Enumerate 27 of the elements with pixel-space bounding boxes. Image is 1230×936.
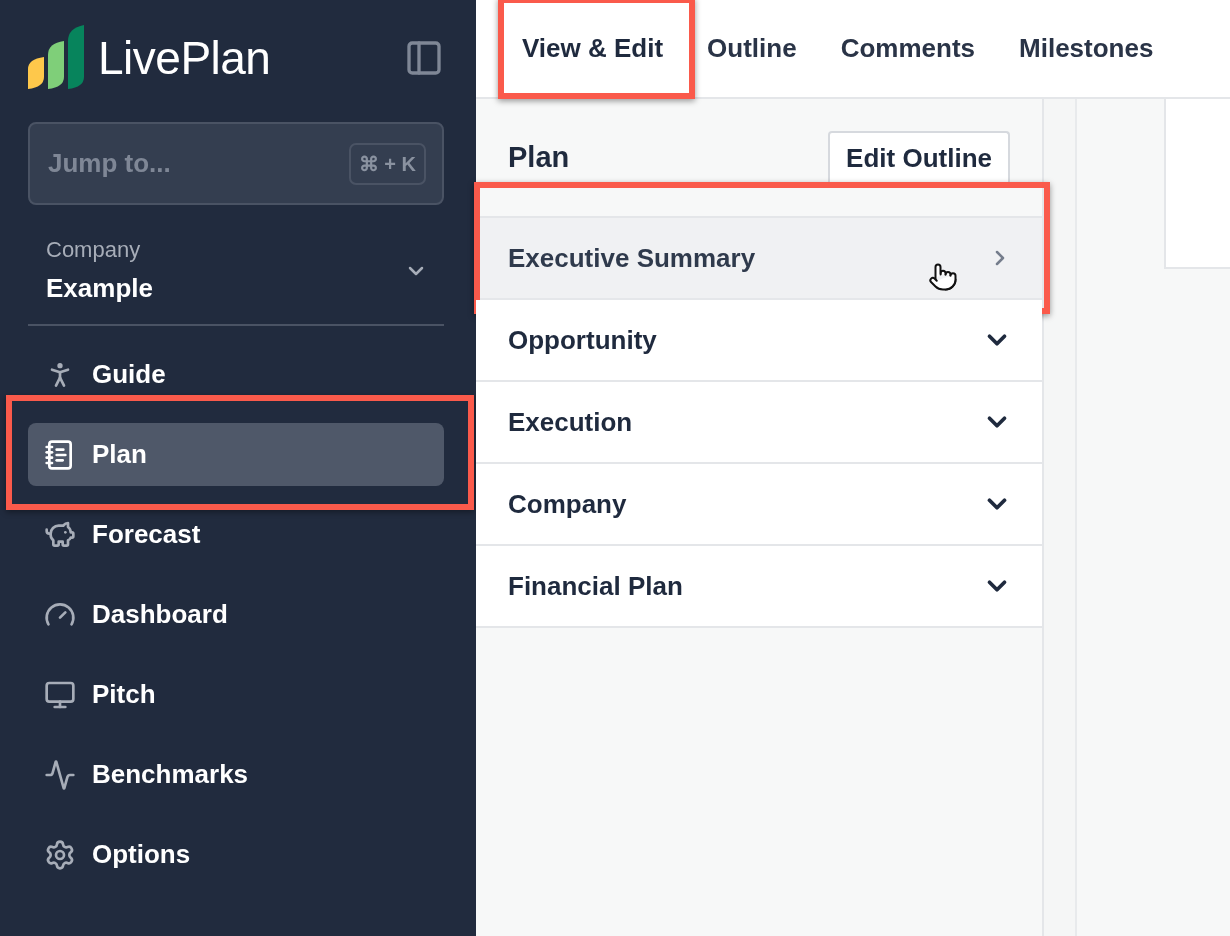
edit-outline-button[interactable]: Edit Outline: [828, 131, 1010, 184]
outline-item[interactable]: Opportunity: [476, 300, 1042, 382]
search-input[interactable]: Jump to...: [46, 147, 310, 180]
shortcut-hint: ⌘ + K: [348, 142, 426, 185]
panel-title: Plan: [508, 141, 570, 174]
tab[interactable]: Comments: [818, 0, 998, 97]
nav-item[interactable]: Dashboard: [28, 583, 444, 646]
logo-text: LivePlan: [98, 31, 271, 85]
nav-item[interactable]: Options: [28, 823, 444, 886]
company-name: Example: [46, 273, 153, 304]
nav-item[interactable]: Pitch: [28, 663, 444, 726]
nav-item[interactable]: Plan: [28, 423, 444, 486]
outline-item[interactable]: Company: [476, 464, 1042, 546]
hand-cursor-icon: [928, 262, 958, 292]
outline-item[interactable]: Financial Plan: [476, 546, 1042, 628]
zigzag-line-icon: [44, 758, 76, 791]
nav-item[interactable]: Guide: [28, 343, 444, 406]
outline-item[interactable]: Execution: [476, 382, 1042, 464]
company-label: Company: [46, 237, 142, 263]
settings-icon: [44, 838, 76, 871]
sidebar-toggle-icon[interactable]: [404, 38, 444, 78]
logo-icon: [28, 25, 86, 91]
tab[interactable]: Milestones: [997, 0, 1176, 97]
nav-item[interactable]: Benchmarks: [28, 743, 444, 806]
tab[interactable]: View & Edit: [500, 0, 686, 97]
nav-item[interactable]: Forecast: [28, 503, 444, 566]
tab[interactable]: Outline: [685, 0, 819, 97]
